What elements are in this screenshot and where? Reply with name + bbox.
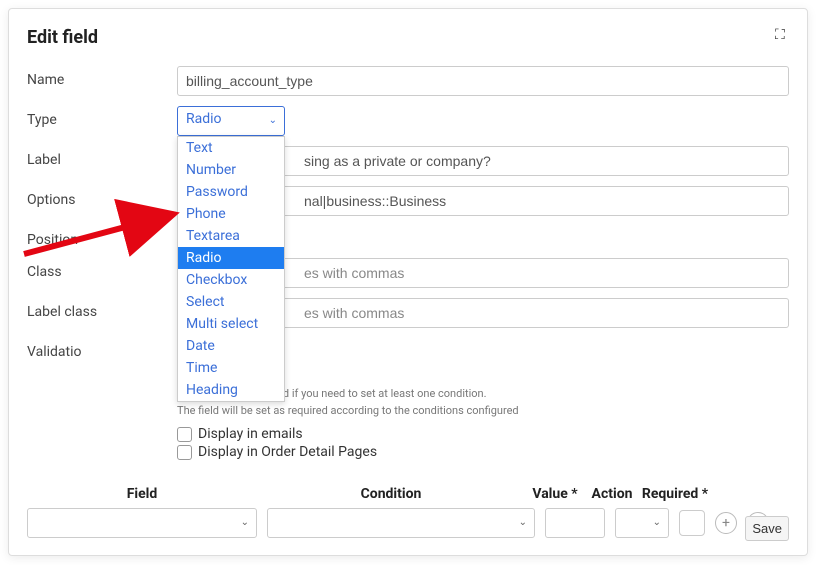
- save-button[interactable]: Save: [745, 516, 789, 541]
- label-position: Position: [27, 226, 177, 248]
- type-option-multiselect[interactable]: Multi select: [178, 313, 284, 335]
- row-type: Type Radio ⌄ Text Number Password Phone …: [27, 106, 789, 136]
- add-condition-button[interactable]: +: [715, 512, 737, 534]
- plus-icon: +: [722, 515, 730, 531]
- type-option-select[interactable]: Select: [178, 291, 284, 313]
- type-option-text[interactable]: Text: [178, 137, 284, 159]
- label-class: Class: [27, 258, 177, 280]
- row-class: Class: [27, 258, 789, 288]
- type-option-phone[interactable]: Phone: [178, 203, 284, 225]
- edit-field-modal: Edit field ⛶ Name Type Radio ⌄ Text Numb…: [8, 8, 808, 556]
- cond-value-input[interactable]: [545, 508, 605, 538]
- label-type: Type: [27, 106, 177, 128]
- row-position: Position: [27, 226, 789, 256]
- type-select[interactable]: Radio ⌄: [177, 106, 285, 136]
- conditions-table: Field Condition Value * Action Required …: [27, 486, 789, 538]
- type-option-textarea[interactable]: Textarea: [178, 225, 284, 247]
- type-option-checkbox[interactable]: Checkbox: [178, 269, 284, 291]
- row-labelclass: Label class: [27, 298, 789, 328]
- row-options: Options: [27, 186, 789, 216]
- expand-icon[interactable]: ⛶: [775, 27, 789, 41]
- cond-field-select[interactable]: ⌄: [27, 508, 257, 538]
- display-emails-checkbox[interactable]: [177, 427, 192, 442]
- condition-row: ⌄ ⌄ ⌄ + ×: [27, 508, 789, 538]
- label-name: Name: [27, 66, 177, 88]
- type-option-number[interactable]: Number: [178, 159, 284, 181]
- row-name: Name: [27, 66, 789, 96]
- type-select-value: Radio: [186, 111, 222, 127]
- display-emails-label: Display in emails: [198, 426, 303, 442]
- chevron-down-icon: ⌄: [241, 517, 249, 528]
- chevron-down-icon: ⌄: [653, 517, 661, 528]
- cond-action-select[interactable]: ⌄: [615, 508, 669, 538]
- type-dropdown: Text Number Password Phone Textarea Radi…: [177, 136, 285, 402]
- display-orderdetail-checkbox[interactable]: [177, 445, 192, 460]
- label-labelclass: Label class: [27, 298, 177, 320]
- cond-condition-select[interactable]: ⌄: [267, 508, 535, 538]
- cond-header-field: Field: [27, 486, 257, 502]
- type-option-radio[interactable]: Radio: [178, 247, 284, 269]
- cond-header-condition: Condition: [257, 486, 525, 502]
- cond-header-value: Value *: [525, 486, 585, 502]
- name-input[interactable]: [177, 66, 789, 96]
- type-option-heading[interactable]: Heading: [178, 379, 284, 401]
- type-option-time[interactable]: Time: [178, 357, 284, 379]
- row-required: Required Please keep it disabled if you …: [27, 366, 789, 462]
- row-validation: Validatio ⌄: [27, 338, 789, 368]
- cond-header-action: Action: [585, 486, 639, 502]
- display-orderdetail-label: Display in Order Detail Pages: [198, 444, 377, 460]
- cond-required-checkbox[interactable]: [679, 510, 705, 536]
- label-validation: Validatio: [27, 338, 177, 360]
- row-label: Label: [27, 146, 789, 176]
- chevron-down-icon: ⌄: [519, 517, 527, 528]
- cond-header-required: Required *: [639, 486, 711, 502]
- chevron-down-icon: ⌄: [269, 115, 277, 126]
- label-options: Options: [27, 186, 177, 208]
- modal-title: Edit field: [27, 27, 789, 48]
- type-option-date[interactable]: Date: [178, 335, 284, 357]
- type-option-password[interactable]: Password: [178, 181, 284, 203]
- required-helper-2: The field will be set as required accord…: [177, 403, 789, 418]
- label-label: Label: [27, 146, 177, 168]
